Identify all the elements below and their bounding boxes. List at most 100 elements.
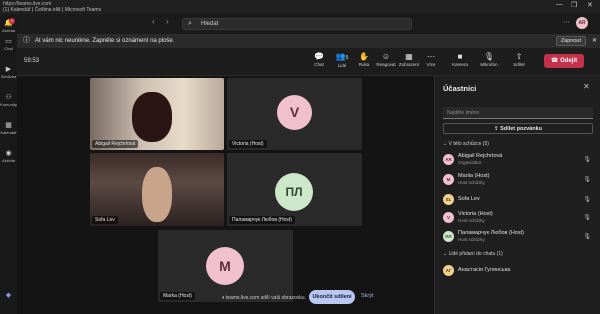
microphone-icon: 🎙 (583, 157, 591, 163)
chat-label: Chat (314, 62, 324, 67)
forward-arrow-icon[interactable]: › (166, 17, 169, 26)
close-window-button[interactable]: ✕ (587, 1, 593, 9)
participant-name: Анастасія Гулянська (458, 267, 511, 273)
panel-title: Účastníci (443, 84, 477, 93)
react-button[interactable]: ☺ Reagovat (375, 52, 397, 67)
camera-icon: ▶ (5, 66, 12, 73)
hand-label: Ruka (358, 62, 370, 67)
avatar: ПЛ (443, 231, 454, 242)
participant-row[interactable]: SL Sofa Lev 🎙 (443, 192, 593, 208)
tile-name: Sofa Lev (92, 216, 118, 224)
view-button[interactable]: ▦ Zobrazení (398, 52, 420, 67)
tile-name: Паламарчук Любов (Host) (229, 216, 295, 224)
calendar-icon: ▦ (5, 122, 12, 129)
chat-person-row[interactable]: AГ Анастасія Гулянська (443, 263, 593, 279)
rail-item-community[interactable]: ⚇ Komunity (0, 94, 17, 107)
hand-icon: ✋ (359, 52, 369, 61)
participant-row[interactable]: ПЛ Паламарчук Любов (Host) Host schůzky … (443, 229, 593, 245)
people-button[interactable]: 👥5 Lidé (331, 52, 353, 68)
avatar: ПЛ (275, 173, 313, 211)
share-button[interactable]: ⇧ Sdílet (508, 52, 530, 67)
notification-text: At vám nic neunikne. Zapněte si oznámení… (35, 38, 175, 44)
sharing-text: teams.live.com sdílí vaši obrazovku. (225, 295, 306, 301)
diamond-icon: ◆ (5, 292, 12, 299)
leave-label: Odejít (560, 58, 578, 64)
mic-muted-icon: 🎙 (583, 197, 591, 203)
leave-button[interactable]: ☎ Odejít (544, 54, 584, 68)
participant-name: Паламарчук Любов (Host) (458, 230, 524, 236)
rail-item-premium[interactable]: ◆ (0, 292, 17, 300)
avatar: AГ (443, 265, 454, 276)
rail-label-community: Komunity (0, 102, 17, 107)
people-label: Lidé (337, 63, 347, 68)
search-placeholder: Hledat (201, 21, 219, 27)
minimize-button[interactable]: — (556, 1, 563, 8)
participant-role: Host schůzky (458, 218, 485, 223)
rail-item-chat[interactable]: ▭ Chat (0, 38, 17, 51)
microphone-icon: 🎙 (483, 52, 495, 61)
notification-bar: ⓘ At vám nic neunikne. Zapněte si oznáme… (17, 34, 600, 48)
more-options-icon[interactable]: ⋯ (563, 18, 570, 26)
chat-button[interactable]: 💬 Chat (308, 52, 330, 67)
in-meeting-header[interactable]: ⌄ V této schůzce (5) (443, 141, 489, 147)
avatar: M (443, 174, 454, 185)
window-title: (1) Kalendář | Čeština ellě | Microsoft … (3, 7, 102, 13)
rail-item-activity[interactable]: 🔔 1 Aktivita (0, 18, 17, 33)
person-silhouette (142, 167, 172, 222)
participant-search-input[interactable]: Najděte jméno (443, 107, 593, 119)
maximize-button[interactable]: ❐ (571, 1, 577, 9)
participant-name: Mariia (Host) (458, 173, 490, 179)
rail-label-chat: Chat (4, 46, 13, 51)
search-input[interactable]: ⌕ Hledat (182, 18, 412, 30)
video-tile-lyubov: ПЛ Паламарчук Любов (Host) (227, 153, 362, 226)
rail-badge: 1 (9, 18, 15, 24)
participant-row[interactable]: M Mariia (Host) Host schůzky 🎙 (443, 172, 593, 188)
close-notification-icon[interactable]: ✕ (592, 34, 597, 48)
more-icon: ⋯ (427, 52, 435, 61)
smile-icon: ☺ (381, 52, 391, 61)
tile-name: Victoria (Host) (229, 140, 267, 148)
person-silhouette (132, 92, 172, 142)
activity-icon: ◉ (5, 150, 12, 157)
title-bar: https://teams.live.com (1) Kalendář | Če… (0, 0, 600, 14)
in-meeting-header-label: V této schůzce (5) (448, 141, 489, 147)
rail-item-meeting[interactable]: ▶ Schůzka (0, 66, 17, 79)
meeting-timer: 59:53 (24, 58, 40, 64)
share-label: Sdílet (513, 62, 525, 67)
mic-muted-icon: 🎙 (583, 177, 591, 183)
more-label: Více (426, 62, 436, 67)
share-invite-button[interactable]: ⇪ Sdílet pozvánku (443, 123, 593, 134)
community-icon: ⚇ (5, 94, 12, 101)
video-tile-abigail: Abigail Rejchrtová (90, 78, 224, 150)
chat-people-header-label: Lidé přidaní do chatu (1) (448, 251, 503, 257)
stop-sharing-button[interactable]: Ukončit sdílení (309, 290, 355, 304)
participant-row[interactable]: V Victoria (Host) Host schůzky 🎙 (443, 210, 593, 226)
mic-muted-icon: 🎙 (583, 234, 591, 240)
raise-hand-button[interactable]: ✋ Ruka (353, 52, 375, 67)
more-button[interactable]: ⋯ Více (420, 52, 442, 67)
participant-search-placeholder: Najděte jméno (447, 110, 480, 116)
participant-name: Abigail Rejchrtová (458, 153, 503, 159)
camera-label: Kamera (452, 62, 468, 67)
phone-icon: ☎ (550, 58, 561, 64)
tile-name: Abigail Rejchrtová (92, 140, 139, 148)
mic-button[interactable]: 🎙 Mikrofon (478, 52, 500, 67)
user-avatar[interactable]: AR (576, 17, 588, 29)
rail-item-activity-2[interactable]: ◉ Aktivita (0, 150, 17, 163)
video-tile-victoria: V Victoria (Host) (227, 78, 362, 150)
rail-label-activity-2: Aktivita (2, 158, 15, 163)
rail-item-calendar[interactable]: ▦ Kalendář (0, 122, 17, 135)
close-panel-icon[interactable]: ✕ (583, 82, 590, 91)
enable-notifications-button[interactable]: Zapnout (555, 36, 586, 46)
avatar: AR (443, 154, 454, 165)
video-tile-sofa: Sofa Lev (90, 153, 224, 226)
camera-button[interactable]: ■ Kamera (449, 52, 471, 67)
participant-row[interactable]: AR Abigail Rejchrtová Organizátor 🎙 (443, 152, 593, 168)
chat-people-header[interactable]: ⌄ Lidé přidaní do chatu (1) (443, 251, 503, 257)
view-label: Zobrazení (398, 62, 420, 67)
chat-icon: ▭ (5, 38, 12, 45)
hide-button[interactable]: Skrýt (361, 293, 374, 299)
back-arrow-icon[interactable]: ‹ (152, 17, 155, 26)
participant-role: Organizátor (458, 160, 482, 165)
avatar: SL (443, 194, 454, 205)
